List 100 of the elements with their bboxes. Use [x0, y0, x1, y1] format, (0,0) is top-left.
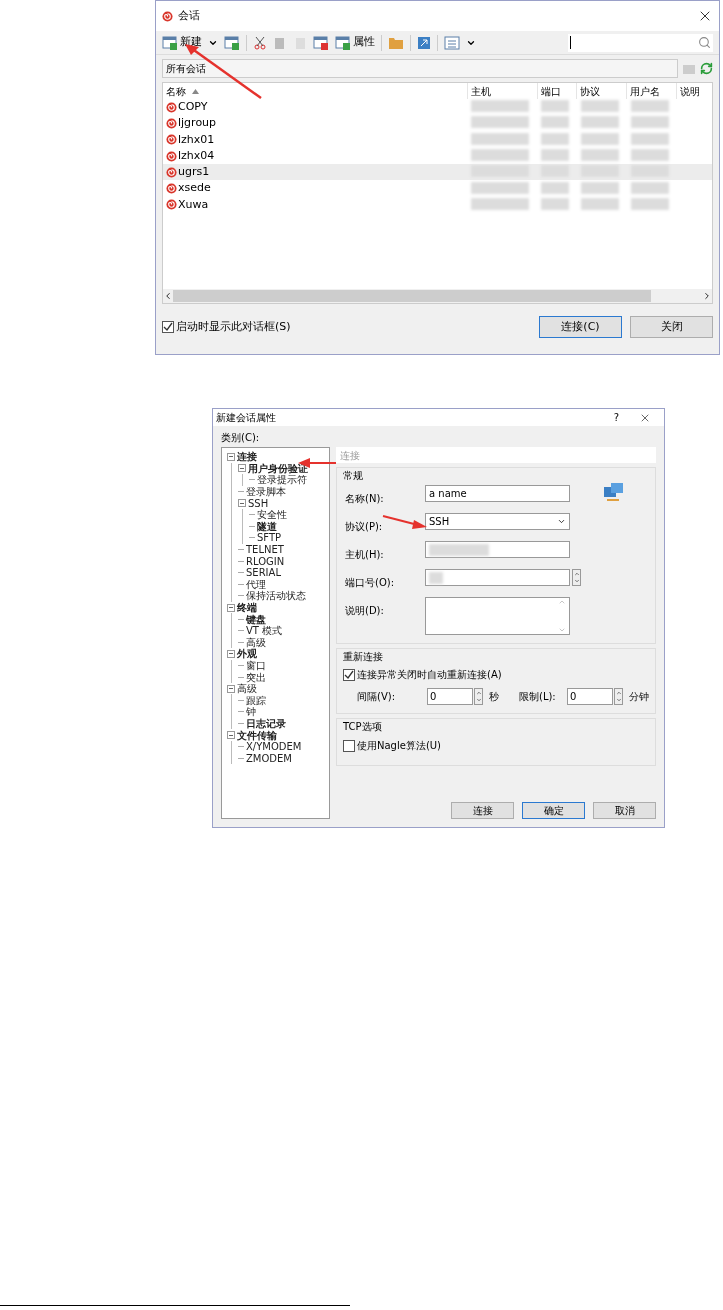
input-field[interactable]: 0 [427, 688, 473, 705]
blurred-cell [581, 149, 619, 162]
session-icon [166, 134, 177, 146]
properties-icon[interactable] [335, 34, 351, 51]
field-label: 限制(L): [519, 690, 557, 704]
column-header[interactable]: 主机 [466, 83, 537, 99]
delete-icon[interactable] [313, 34, 329, 51]
session-row[interactable]: COPY [163, 99, 712, 116]
tree-item[interactable]: SSH [248, 497, 269, 509]
blurred-value [429, 543, 489, 556]
collapse-icon[interactable] [227, 731, 235, 740]
tree-item[interactable]: VT 模式 [246, 625, 283, 637]
scroll-right-icon[interactable] [702, 291, 712, 301]
tree-item[interactable]: 隧道 [257, 520, 277, 532]
session-row[interactable]: ljgroup [163, 115, 712, 132]
tree-item[interactable]: 连接 [237, 451, 257, 463]
blurred-cell [631, 132, 669, 145]
session-row[interactable]: xsede [163, 180, 712, 197]
input-field[interactable]: a name [425, 485, 570, 502]
input-field[interactable]: 0 [567, 688, 613, 705]
tree-item[interactable]: 代理 [246, 578, 266, 590]
dialog-button[interactable]: 连接 [451, 802, 514, 819]
dialog-button[interactable]: 确定 [522, 802, 585, 819]
tree-item[interactable]: SERIAL [246, 567, 281, 579]
session-row[interactable]: Xuwa [163, 196, 712, 214]
spin-button[interactable] [474, 688, 483, 705]
spin-button[interactable] [572, 569, 581, 586]
new-session-icon[interactable] [162, 34, 178, 51]
tree-item[interactable]: 突出 [246, 671, 266, 683]
blurred-cell [541, 116, 569, 129]
tree-item[interactable]: 高级 [246, 636, 266, 648]
save-icon[interactable] [224, 34, 240, 51]
tree-item[interactable]: 高级 [237, 683, 257, 695]
blurred-cell [581, 100, 619, 113]
spin-button[interactable] [614, 688, 623, 705]
input-field[interactable] [425, 541, 570, 558]
blurred-cell [631, 100, 669, 113]
tree-item[interactable]: 键盘 [246, 613, 266, 625]
column-header[interactable]: 用户名 [626, 83, 677, 99]
collapse-icon[interactable] [227, 603, 235, 612]
tree-item[interactable]: RLOGIN [246, 555, 285, 567]
scroll-left-icon[interactable] [163, 291, 173, 301]
checkbox[interactable] [343, 739, 355, 752]
tree-item[interactable]: ZMODEM [246, 752, 292, 764]
blurred-cell [541, 165, 569, 178]
category-label: 类别(C): [220, 431, 261, 445]
column-header[interactable]: 说明 [676, 83, 712, 99]
tree-item[interactable]: 外观 [237, 648, 257, 660]
unit-label: 分钟 [629, 690, 649, 704]
shortcut-icon[interactable] [417, 35, 431, 50]
tree-item[interactable]: 安全性 [257, 509, 287, 521]
tree-item[interactable]: 登录脚本 [246, 486, 286, 498]
tree-item[interactable]: 登录提示符 [257, 474, 307, 486]
tree-item[interactable]: 日志记录 [246, 717, 286, 729]
checkbox-label: 连接异常关闭时自动重新连接(A) [357, 668, 502, 682]
blurred-cell [471, 100, 529, 113]
tree-item[interactable]: X/YMODEM [246, 741, 302, 753]
collapse-icon[interactable] [227, 452, 235, 461]
session-row[interactable]: lzhx01 [163, 131, 712, 148]
tree-item[interactable]: 保持活动状态 [246, 590, 306, 602]
cut-icon[interactable] [253, 35, 267, 50]
collapse-icon[interactable] [238, 464, 246, 473]
blurred-cell [471, 165, 529, 178]
checkbox[interactable] [343, 668, 355, 681]
window-title: 会话 [178, 7, 200, 24]
dialog-button[interactable]: 关闭 [630, 316, 713, 338]
field-label: 名称(N): [345, 493, 384, 504]
session-row[interactable]: lzhx04 [163, 147, 712, 165]
help-button[interactable]: ? [613, 410, 619, 425]
session-row[interactable]: ugrs1 [163, 164, 712, 181]
horizontal-scrollbar[interactable] [163, 289, 712, 303]
tree-item[interactable]: 钟 [246, 706, 256, 718]
dialog-button[interactable]: 取消 [593, 802, 656, 819]
tree-item[interactable]: 终端 [237, 602, 257, 613]
column-header[interactable]: 协议 [576, 83, 627, 99]
column-header[interactable]: 名称 [163, 83, 467, 99]
field-label: 间隔(V): [357, 690, 396, 704]
properties-button[interactable]: 属性 [335, 34, 375, 51]
tree-item[interactable]: 跟踪 [246, 694, 266, 706]
blurred-cell [541, 181, 569, 194]
tree-item[interactable]: 窗口 [246, 660, 266, 671]
input-field[interactable] [425, 569, 570, 586]
search-icon[interactable] [698, 36, 711, 49]
tree-item[interactable]: SFTP [257, 532, 282, 544]
protocol-dropdown[interactable]: SSH [425, 513, 570, 530]
blurred-cell [581, 181, 619, 194]
collapse-icon[interactable] [227, 684, 235, 693]
session-icon [166, 166, 177, 178]
column-header[interactable]: 端口 [536, 83, 577, 99]
checkbox[interactable] [162, 321, 174, 333]
search-field[interactable] [568, 33, 713, 52]
field-label: 主机(H): [345, 549, 384, 560]
blurred-value [429, 571, 443, 584]
tree-item[interactable]: 文件传输 [237, 729, 277, 741]
refresh-icon[interactable] [700, 62, 713, 75]
checkbox-label: 启动时显示此对话框(S) [176, 318, 291, 335]
dialog-button[interactable]: 连接(C) [539, 316, 622, 338]
collapse-icon[interactable] [227, 649, 235, 658]
collapse-icon[interactable] [238, 499, 246, 508]
tree-item[interactable]: TELNET [246, 544, 284, 556]
